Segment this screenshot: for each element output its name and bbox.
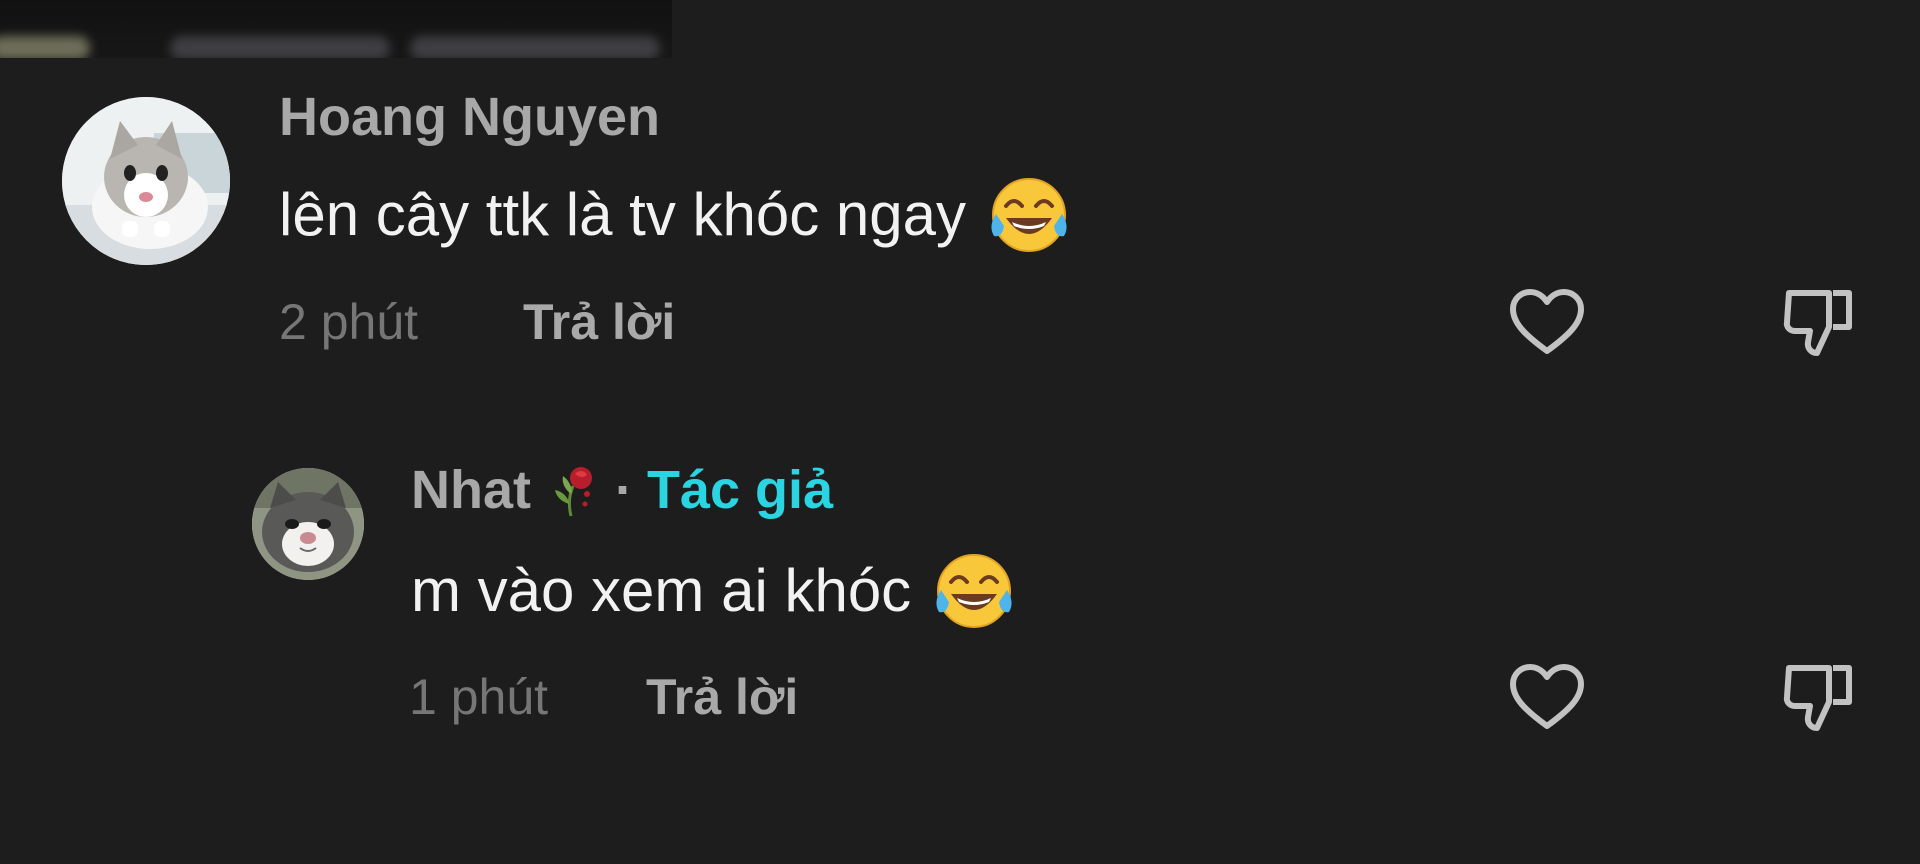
comments-screen: Hoang Nguyen lên cây ttk là tv khóc ngay… <box>0 0 1920 864</box>
comment-username[interactable]: Hoang Nguyen <box>279 90 660 144</box>
wilted-rose-icon <box>551 456 597 524</box>
reply-button[interactable]: Trả lời <box>523 297 675 347</box>
heart-outline-icon[interactable] <box>1505 656 1589 740</box>
reply-text: m vào xem ai khóc <box>411 550 1015 632</box>
previous-comment-fragment <box>0 0 672 58</box>
separator-dot: · <box>615 460 633 520</box>
previous-avatar-fragment <box>0 36 90 58</box>
reply-timestamp: 1 phút <box>409 669 549 725</box>
cat-avatar-image <box>62 97 230 265</box>
reply-username[interactable]: Nhat <box>411 463 531 517</box>
previous-text-fragment <box>170 36 390 58</box>
avatar[interactable] <box>62 97 230 265</box>
comment-text-content: lên cây ttk là tv khóc ngay <box>279 181 967 248</box>
comment-timestamp: 2 phút <box>279 294 419 350</box>
heart-outline-icon[interactable] <box>1505 281 1589 365</box>
tears-of-joy-emoji <box>988 174 1070 256</box>
avatar[interactable] <box>252 468 364 580</box>
thumbs-down-outline-icon[interactable] <box>1777 281 1861 365</box>
cat-avatar-image <box>252 468 364 580</box>
thumbs-down-outline-icon[interactable] <box>1777 656 1861 740</box>
comment-text: lên cây ttk là tv khóc ngay <box>279 174 1070 256</box>
previous-text-fragment <box>410 36 660 58</box>
tears-of-joy-emoji <box>933 550 1015 632</box>
reply-text-content: m vào xem ai khóc <box>411 557 912 624</box>
reply-button[interactable]: Trả lời <box>646 672 798 722</box>
reply-header: Nhat · Tác giả <box>411 463 833 517</box>
author-badge: Tác giả <box>646 460 834 520</box>
